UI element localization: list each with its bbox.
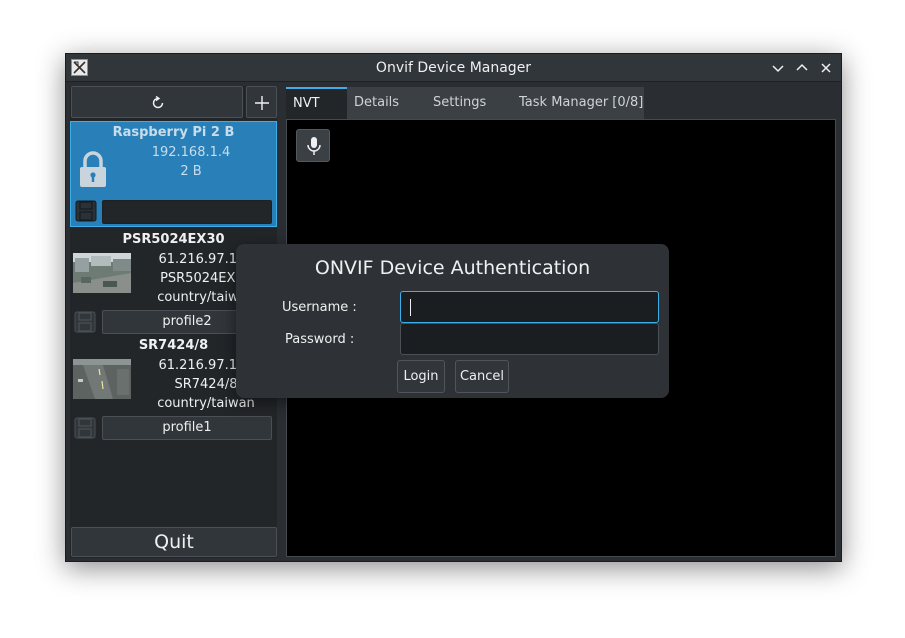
- device-model: 2 B: [180, 164, 202, 179]
- tab-nvt[interactable]: NVT: [286, 87, 347, 119]
- maximize-button[interactable]: [792, 58, 812, 78]
- add-device-button[interactable]: [246, 86, 277, 118]
- username-field[interactable]: [400, 291, 659, 323]
- profile-field[interactable]: [102, 200, 272, 224]
- window-title: Onvif Device Manager: [375, 60, 532, 76]
- device-location: country/taiwan: [157, 396, 255, 411]
- profile-field[interactable]: profile1: [102, 416, 272, 440]
- tab-details[interactable]: Details: [347, 87, 424, 119]
- device-ip: 192.168.1.4: [151, 145, 231, 160]
- auth-dialog: ONVIF Device Authentication Username : P…: [236, 244, 669, 398]
- camera-thumbnail: [73, 253, 131, 293]
- save-icon[interactable]: [74, 199, 98, 223]
- tab-settings[interactable]: Settings: [424, 87, 510, 119]
- plus-icon: [255, 96, 269, 110]
- lock-icon: [80, 151, 106, 187]
- camera-thumbnail: [73, 359, 131, 399]
- close-button[interactable]: [816, 58, 836, 78]
- dialog-title: ONVIF Device Authentication: [314, 257, 591, 279]
- device-name: Raspberry Pi 2 B: [112, 125, 235, 140]
- username-label: Username :: [282, 300, 357, 315]
- password-field[interactable]: [400, 323, 659, 355]
- save-icon[interactable]: [73, 416, 97, 440]
- text-cursor: [410, 299, 411, 316]
- title-bar[interactable]: Onvif Device Manager: [66, 54, 841, 82]
- save-icon[interactable]: [73, 310, 97, 334]
- login-button[interactable]: Login: [397, 360, 445, 393]
- quit-button[interactable]: Quit: [71, 527, 277, 557]
- cancel-button[interactable]: Cancel: [455, 360, 509, 393]
- microphone-icon: [307, 137, 321, 155]
- device-card-raspberry-pi[interactable]: Raspberry Pi 2 B 192.168.1.4 2 B: [70, 121, 277, 227]
- microphone-button[interactable]: [296, 129, 330, 162]
- refresh-button[interactable]: [71, 86, 243, 118]
- password-label: Password :: [285, 332, 355, 347]
- refresh-icon: [152, 95, 164, 109]
- tab-task-manager[interactable]: Task Manager [0/8]: [510, 87, 644, 119]
- minimize-button[interactable]: [768, 58, 788, 78]
